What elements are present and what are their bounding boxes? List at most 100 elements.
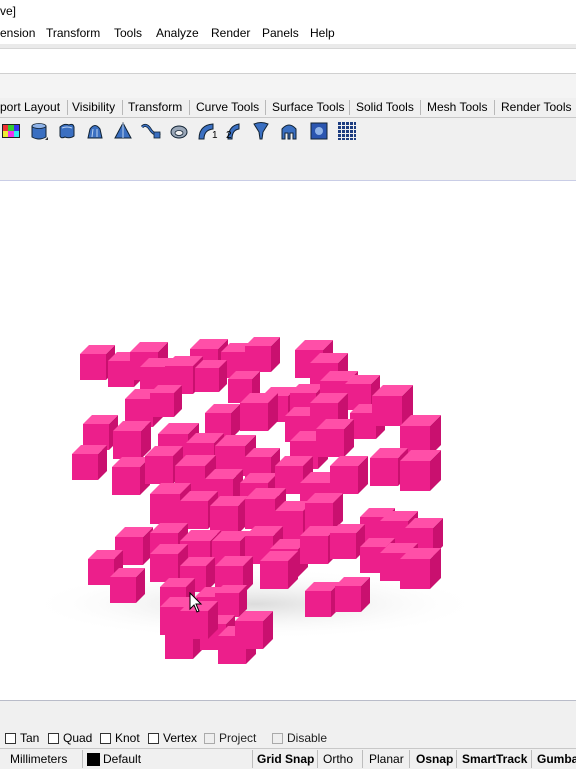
- command-prompt-area[interactable]: [0, 74, 576, 98]
- cube-front-face: [113, 431, 141, 459]
- gumball-toggle[interactable]: Gumba: [537, 752, 576, 766]
- quad-label: Quad: [63, 731, 93, 745]
- cube-front-face: [316, 429, 344, 457]
- vertex-checkbox[interactable]: [148, 732, 159, 744]
- knot-label: Knot: [115, 731, 140, 745]
- cube-scene: [25, 337, 485, 664]
- plane-surface-icon[interactable]: [309, 121, 329, 141]
- surface-toolbar: 1 2: [0, 118, 576, 144]
- toolbar-panel-area: [0, 144, 576, 181]
- status-divider: [82, 750, 83, 768]
- layer-color-swatch: [87, 753, 100, 766]
- cube-front-face: [335, 586, 361, 612]
- status-divider: [456, 750, 457, 768]
- osnap-knot[interactable]: Knot: [100, 731, 140, 745]
- osnap-project[interactable]: Project: [204, 731, 256, 745]
- tab-transform[interactable]: Transform: [128, 100, 182, 116]
- tab-curve-tools[interactable]: Curve Tools: [196, 100, 259, 116]
- cube-front-face: [215, 593, 239, 617]
- ortho-toggle[interactable]: Ortho: [323, 752, 353, 766]
- command-history-area[interactable]: [0, 49, 576, 74]
- current-layer[interactable]: Default: [103, 752, 141, 766]
- menu-help[interactable]: Help: [310, 26, 335, 40]
- cube-front-face: [400, 559, 430, 589]
- cube-front-face: [110, 577, 136, 603]
- smarttrack-toggle[interactable]: SmartTrack: [462, 752, 527, 766]
- status-divider: [531, 750, 532, 768]
- vertex-label: Vertex: [163, 731, 198, 745]
- cube-front-face: [245, 346, 271, 372]
- cube-front-face: [330, 533, 356, 559]
- analysis-color-icon[interactable]: [1, 121, 21, 141]
- cube-front-face: [150, 494, 180, 524]
- knot-checkbox[interactable]: [100, 732, 111, 744]
- tab-divider: [420, 100, 421, 115]
- extrude-surface-icon[interactable]: [57, 121, 77, 141]
- status-bar: Millimeters Default Grid Snap Ortho Plan…: [0, 748, 576, 769]
- tab-divider: [265, 100, 266, 115]
- menu-panels[interactable]: Panels: [262, 26, 299, 40]
- tab-solid-tools[interactable]: Solid Tools: [356, 100, 414, 116]
- planar-toggle[interactable]: Planar: [369, 752, 404, 766]
- network-surface-icon[interactable]: [251, 121, 271, 141]
- units-display[interactable]: Millimeters: [10, 752, 67, 766]
- sweep1-number: 1: [212, 130, 218, 141]
- osnap-disable[interactable]: Disable: [272, 731, 327, 745]
- cube-front-face: [300, 536, 328, 564]
- project-checkbox[interactable]: [204, 732, 215, 744]
- osnap-bar: Tan Quad Knot Vertex Project Disable: [0, 701, 576, 748]
- osnap-quad[interactable]: Quad: [48, 731, 92, 745]
- cone-icon[interactable]: [113, 121, 133, 141]
- disable-label: Disable: [287, 731, 328, 745]
- menu-render[interactable]: Render: [211, 26, 250, 40]
- menu-tools[interactable]: Tools: [114, 26, 142, 40]
- grid-snap-toggle[interactable]: Grid Snap: [257, 752, 314, 766]
- tab-viewport-layout[interactable]: port Layout: [0, 100, 60, 116]
- menu-analyze[interactable]: Analyze: [156, 26, 199, 40]
- tab-surface-tools[interactable]: Surface Tools: [272, 100, 345, 116]
- quad-checkbox[interactable]: [48, 732, 59, 744]
- tan-label: Tan: [20, 731, 40, 745]
- osnap-vertex[interactable]: Vertex: [148, 731, 197, 745]
- revolve-icon[interactable]: [169, 121, 189, 141]
- osnap-toggle[interactable]: Osnap: [416, 752, 453, 766]
- tab-divider: [122, 100, 123, 115]
- disable-checkbox[interactable]: [272, 732, 283, 744]
- sweep2-number: 2: [226, 130, 232, 141]
- title-bar: ve]: [0, 0, 576, 22]
- menu-transform[interactable]: Transform: [46, 26, 100, 40]
- cube-front-face: [372, 396, 402, 426]
- sweep-rail-icon[interactable]: [141, 121, 161, 141]
- point-grid-icon[interactable]: [337, 121, 357, 141]
- tab-visibility[interactable]: Visibility: [72, 100, 115, 116]
- cube-front-face: [305, 591, 331, 617]
- cube-front-face: [150, 554, 178, 582]
- toolbar-tabs: port Layout Visibility Transform Curve T…: [0, 98, 576, 118]
- cube-front-face: [330, 466, 358, 494]
- perspective-viewport[interactable]: [0, 181, 576, 700]
- status-divider: [409, 750, 410, 768]
- window-title: ve]: [0, 4, 17, 18]
- status-divider: [252, 750, 253, 768]
- cube-front-face: [245, 499, 275, 529]
- tab-mesh-tools[interactable]: Mesh Tools: [427, 100, 487, 116]
- cube-front-face: [260, 561, 288, 589]
- tab-render-tools[interactable]: Render Tools: [501, 100, 572, 116]
- cube-front-face: [195, 368, 219, 392]
- tan-checkbox[interactable]: [5, 732, 16, 744]
- bell-surface-icon[interactable]: [85, 121, 105, 141]
- cylinder-icon[interactable]: [29, 121, 49, 141]
- patch-icon[interactable]: [279, 121, 299, 141]
- status-divider: [317, 750, 318, 768]
- tab-divider: [67, 100, 68, 115]
- project-label: Project: [219, 731, 257, 745]
- osnap-tan[interactable]: Tan: [5, 731, 39, 745]
- cube-front-face: [80, 354, 106, 380]
- cube-front-face: [235, 621, 263, 649]
- cube-front-face: [180, 611, 208, 639]
- status-divider: [362, 750, 363, 768]
- tab-divider: [189, 100, 190, 115]
- menu-dimension[interactable]: ension: [0, 26, 35, 40]
- cube-front-face: [370, 458, 398, 486]
- cube-front-face: [145, 456, 173, 484]
